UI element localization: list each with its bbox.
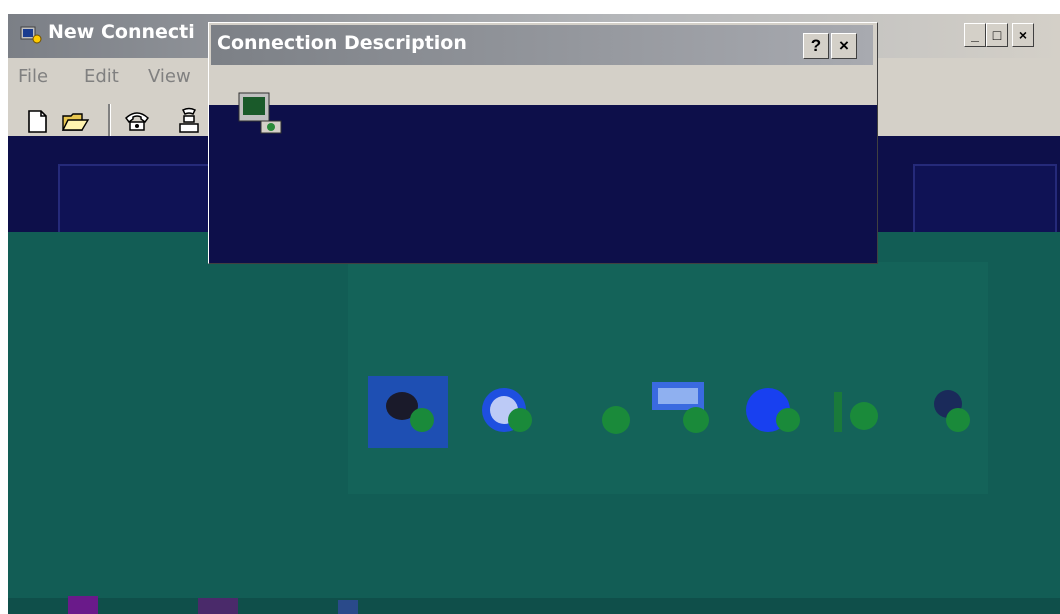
menu-edit[interactable]: Edit — [84, 66, 119, 87]
leaf-connection-icon[interactable] — [568, 376, 648, 448]
close-button[interactable]: × — [1012, 23, 1034, 47]
maximize-button[interactable]: □ — [986, 23, 1008, 47]
card-connection-icon[interactable] — [648, 376, 728, 448]
modem-connection-icon[interactable] — [908, 376, 988, 448]
plug-connection-icon[interactable] — [824, 376, 904, 448]
computer-connection-icon — [238, 92, 282, 134]
help-button[interactable]: ? — [803, 33, 829, 59]
menu-file[interactable]: File — [18, 66, 48, 87]
phone-icon[interactable] — [122, 106, 152, 136]
new-icon[interactable] — [22, 106, 52, 136]
status-icon — [198, 598, 238, 614]
status-strip — [8, 598, 1060, 614]
globe-connection-icon[interactable] — [468, 376, 548, 448]
phone-connection-icon[interactable] — [368, 376, 448, 448]
status-icon — [68, 596, 98, 614]
hyperterminal-app-icon — [20, 26, 42, 44]
dial-icon[interactable] — [174, 106, 204, 136]
status-icon — [338, 600, 358, 614]
dialog-content — [209, 105, 877, 263]
open-folder-icon[interactable] — [60, 106, 90, 136]
blue-globe-connection-icon[interactable] — [738, 376, 818, 448]
main-window-title: New Connecti — [48, 21, 195, 43]
dialog-title: Connection Description — [217, 32, 467, 54]
minimize-button[interactable]: _ — [964, 23, 986, 47]
dialog-close-button[interactable]: × — [831, 33, 857, 59]
connection-description-dialog: Connection Description ? × — [208, 22, 878, 264]
menu-view[interactable]: View — [148, 66, 191, 87]
toolbar-separator — [108, 104, 111, 136]
